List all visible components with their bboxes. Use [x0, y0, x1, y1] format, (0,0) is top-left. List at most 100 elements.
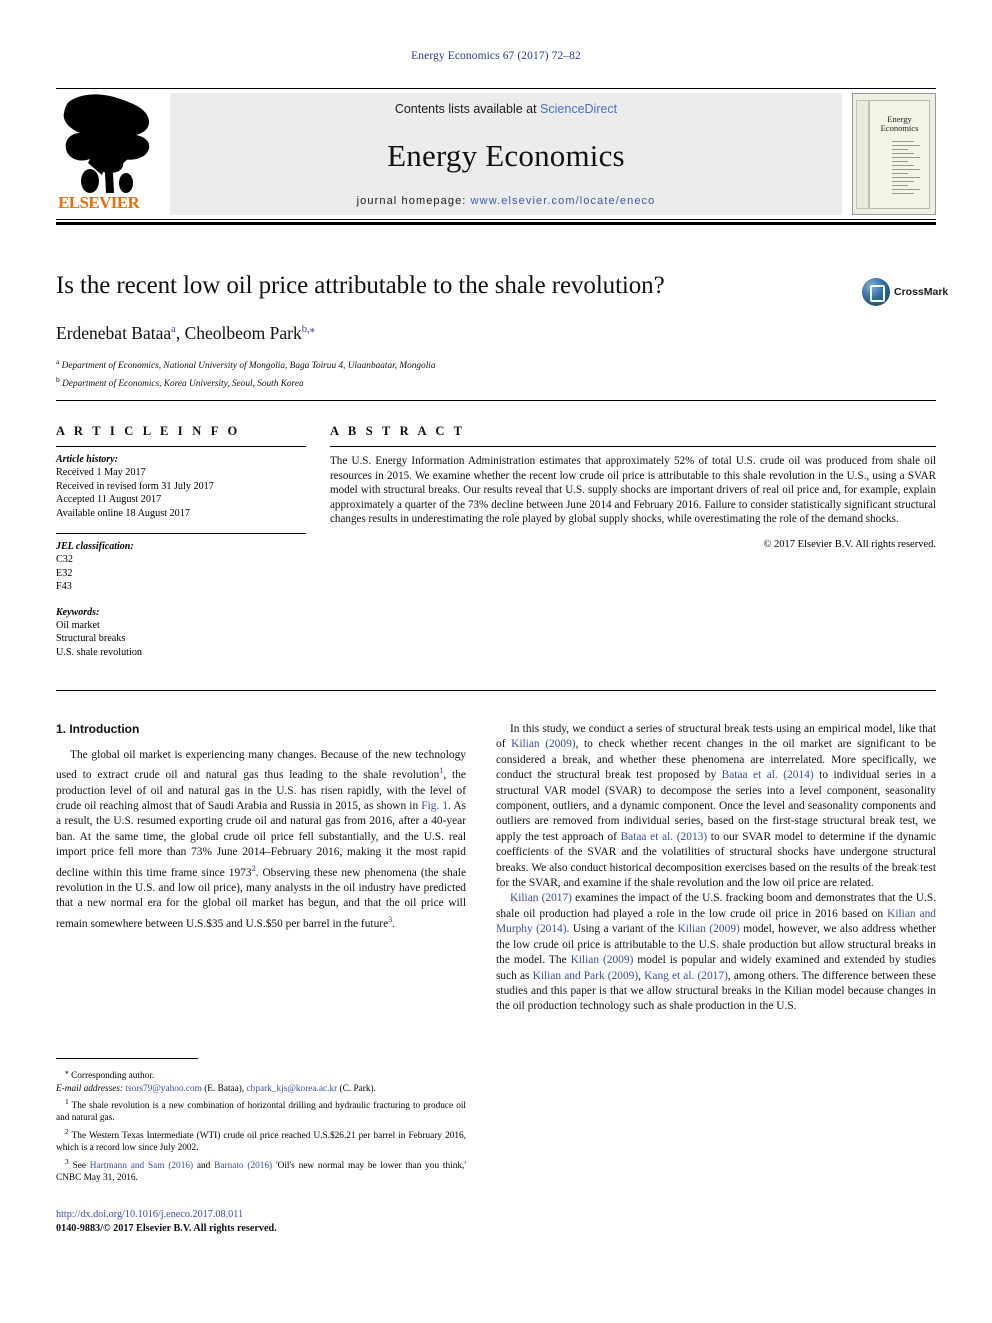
keyword-item: Structural breaks: [56, 633, 126, 644]
footnote-3-marker: 3: [65, 1156, 69, 1166]
jel-code: F43: [56, 581, 72, 592]
keyword-item: Oil market: [56, 619, 100, 631]
homepage-prefix: journal homepage:: [356, 195, 471, 207]
doi-link[interactable]: http://dx.doi.org/10.1016/j.eneco.2017.0…: [56, 1208, 496, 1222]
corresponding-author-marker: ⁎: [65, 1067, 69, 1076]
journal-cover-thumbnail: Energy Economics: [852, 93, 936, 215]
running-head: Energy Economics 67 (2017) 72–82: [411, 50, 581, 62]
crossmark-badge[interactable]: CrossMark: [862, 278, 948, 306]
citation-kilian-2009-a[interactable]: Kilian (2009): [511, 738, 575, 750]
abstract-rule: [330, 446, 936, 447]
journal-homepage-line: journal homepage: www.elsevier.com/locat…: [357, 195, 656, 207]
article-history-item: Received 1 May 2017: [56, 467, 146, 478]
jel-code: C32: [56, 554, 73, 565]
body-top-rule: [56, 690, 936, 691]
jel-classification-group: JEL classification: C32 E32 F43: [56, 541, 306, 594]
email-owner-bataa: (E. Bataa): [204, 1083, 242, 1094]
footnote-separator-rule: [56, 1058, 198, 1059]
citation-kilian-park-2009[interactable]: Kilian and Park (2009): [533, 970, 639, 982]
paper-page: Energy Economics 67 (2017) 72–82 ELSEVIE…: [0, 0, 992, 1323]
intro-paragraph-right-1: In this study, we conduct a series of st…: [496, 722, 936, 891]
affiliation-b: b Department of Economics, Korea Univers…: [56, 373, 936, 391]
article-info-heading: A R T I C L E I N F O: [56, 424, 241, 438]
masthead-bottom-rule-thick: [56, 222, 936, 225]
body-right-column: In this study, we conduct a series of st…: [496, 722, 936, 1015]
footnote-1-text: The shale revolution is a new combinatio…: [56, 1101, 467, 1124]
crossmark-icon: [862, 278, 890, 306]
intro-paragraph-right-2: Kilian (2017) examines the impact of the…: [496, 891, 936, 1014]
keywords-label: Keywords:: [56, 606, 100, 618]
footnote-2-text: The Western Texas Intermediate (WTI) cru…: [56, 1130, 467, 1154]
affiliations: a Department of Economics, National Univ…: [56, 355, 936, 391]
footnote-3-prefix: See: [72, 1160, 90, 1171]
figure-1-link[interactable]: Fig. 1: [421, 800, 448, 812]
contents-prefix: Contents lists available at: [394, 102, 541, 116]
corresponding-author-text: Corresponding author.: [71, 1071, 155, 1082]
cover-title: Energy Economics: [870, 115, 929, 133]
cover-front: Energy Economics: [869, 100, 930, 209]
keyword-item: U.S. shale revolution: [56, 646, 143, 658]
email-owner-park: (C. Park).: [339, 1083, 376, 1094]
info-section-top-rule: [56, 400, 936, 401]
cover-toc-lines: [892, 141, 920, 197]
intro-text-part5: .: [392, 917, 395, 930]
article-history-item: Available online 18 August 2017: [56, 507, 190, 519]
citation-hartmann-sam-2016[interactable]: Hartmann and Sam (2016): [90, 1161, 193, 1171]
email-link-park[interactable]: cbpark_kjs@korea.ac.kr: [247, 1084, 338, 1094]
citation-kilian-2009-b[interactable]: Kilian (2009): [678, 923, 740, 935]
homepage-url-link[interactable]: www.elsevier.com/locate/eneco: [471, 195, 656, 207]
cover-title-line2: Economics: [880, 123, 919, 133]
jel-label: JEL classification:: [56, 541, 134, 552]
footnote-2: 2 The Western Texas Intermediate (WTI) c…: [56, 1126, 466, 1155]
affiliation-b-marker: b: [56, 375, 60, 385]
article-history-group: Article history: Received 1 May 2017 Rec…: [56, 454, 306, 520]
author-1-affiliation-marker: a: [171, 324, 176, 336]
contents-available-line: Contents lists available at ScienceDirec…: [395, 102, 617, 116]
elsevier-wordmark: ELSEVIER: [58, 193, 140, 212]
footnote-1: 1 The shale revolution is a new combinat…: [56, 1096, 466, 1125]
affiliation-b-text: Department of Economics, Korea Universit…: [62, 379, 304, 390]
article-info-rule-2: [56, 533, 306, 534]
footnote-2-marker: 2: [65, 1126, 69, 1136]
masthead-top-rule: [56, 88, 936, 89]
journal-masthead: ELSEVIER Contents lists available at Sci…: [56, 88, 936, 225]
citation-barnato-2016[interactable]: Barnato (2016): [214, 1161, 272, 1171]
author-1-name: Erdenebat Bataa: [56, 323, 172, 343]
title-block: Is the recent low oil price attributable…: [56, 272, 936, 391]
masthead-center: Contents lists available at ScienceDirec…: [170, 93, 842, 215]
author-list: Erdenebat Bataaa, Cheolbeom Parkb,⁎: [56, 323, 315, 343]
footnotes-block: ⁎ Corresponding author. E-mail addresses:…: [56, 1058, 466, 1186]
citation-bataa-2014[interactable]: Bataa et al. (2014): [722, 769, 814, 781]
section-heading-introduction: 1. Introduction: [56, 722, 140, 736]
email-link-bataa[interactable]: tsors79@yahoo.com: [125, 1084, 201, 1094]
elsevier-tree-icon: [63, 94, 150, 193]
affiliation-a-text: Department of Economics, National Univer…: [61, 361, 436, 372]
footnote-3: 3 See Hartmann and Sam (2016) and Barnat…: [56, 1156, 466, 1185]
sciencedirect-link[interactable]: ScienceDirect: [540, 102, 617, 116]
article-info-column: A R T I C L E I N F O Article history: R…: [56, 424, 306, 659]
body-left-column: 1. Introduction The global oil market is…: [56, 722, 466, 932]
article-history-item: Accepted 11 August 2017: [56, 494, 162, 505]
journal-title: Energy Economics: [387, 137, 625, 173]
page-title: Is the recent low oil price attributable…: [56, 272, 665, 299]
citation-kilian-2017[interactable]: Kilian (2017): [510, 892, 572, 904]
elsevier-logo: ELSEVIER: [56, 93, 164, 215]
intro-text-part1: The global oil market is experiencing ma…: [56, 749, 466, 782]
cover-spine: [856, 100, 869, 209]
affiliation-a: a Department of Economics, National Univ…: [56, 355, 936, 373]
citation-bataa-2013[interactable]: Bataa et al. (2013): [621, 831, 708, 843]
footnote-1-marker: 1: [65, 1096, 69, 1106]
right2-text-part2: . Using a variant of the: [566, 923, 678, 936]
keywords-group: Keywords: Oil market Structural breaks U…: [56, 607, 306, 660]
page-footer: http://dx.doi.org/10.1016/j.eneco.2017.0…: [56, 1208, 496, 1236]
email-addresses-label: E-mail addresses:: [56, 1083, 124, 1094]
citation-kang-2017[interactable]: Kang et al. (2017): [644, 970, 728, 982]
article-history-item: Received in revised form 31 July 2017: [56, 480, 214, 492]
footnote-3-mid: and: [193, 1160, 215, 1171]
masthead-bottom-rule: [56, 219, 936, 220]
footnote-corresponding-author: ⁎ Corresponding author. E-mail addresses:…: [56, 1067, 376, 1094]
citation-kilian-2009-c[interactable]: Kilian (2009): [571, 954, 634, 966]
intro-paragraph-left: The global oil market is experiencing ma…: [56, 748, 466, 932]
author-2-affiliation-marker: b,⁎: [301, 324, 315, 336]
